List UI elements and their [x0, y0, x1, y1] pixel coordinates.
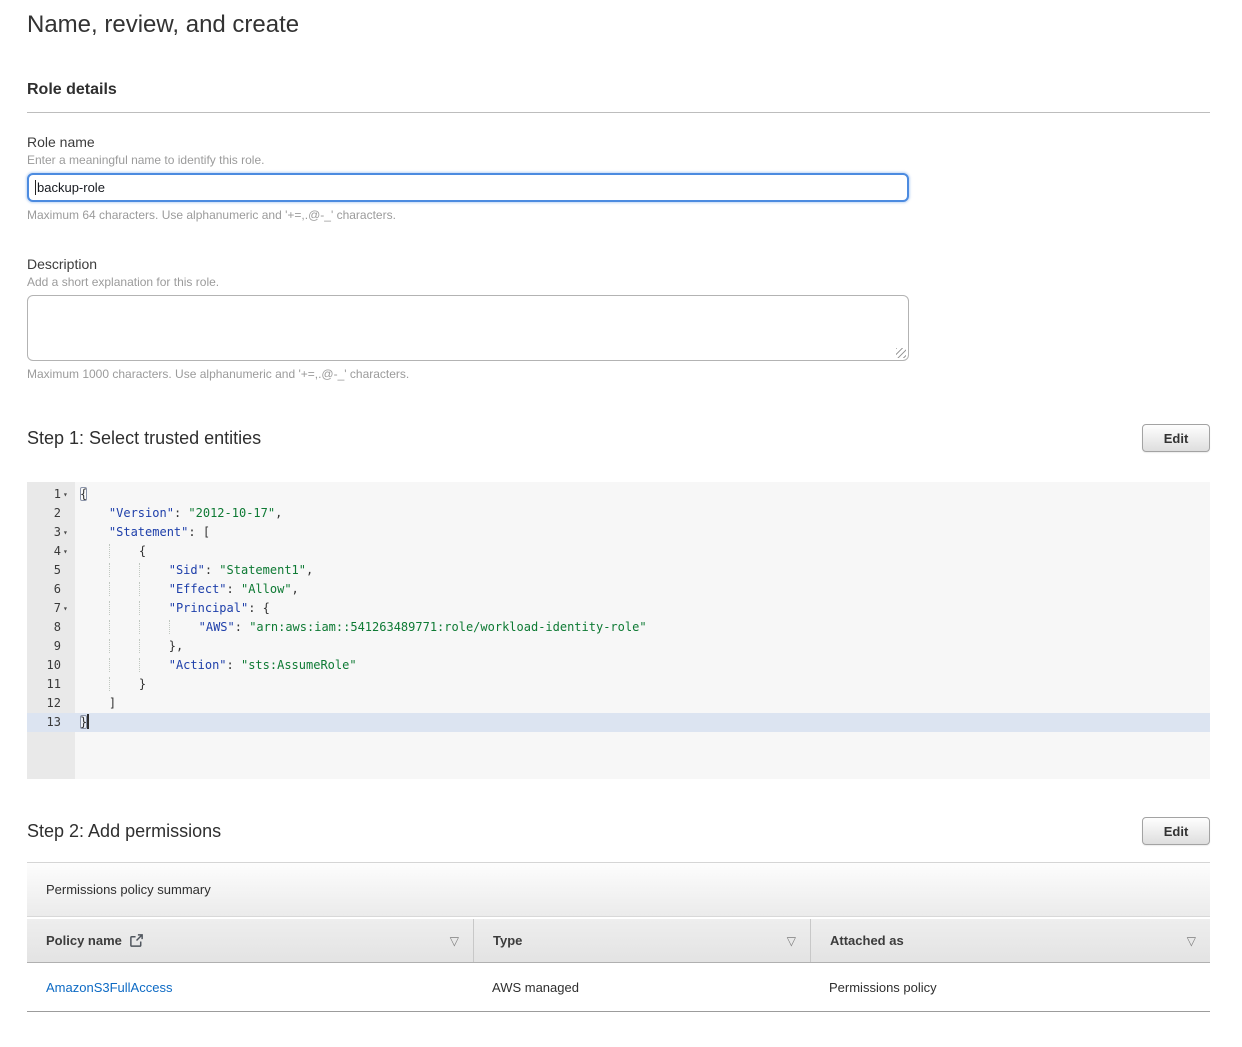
page-title: Name, review, and create	[27, 10, 1210, 40]
code-lines: 1▾{2 "Version": "2012-10-17",3▾ "Stateme…	[27, 485, 1210, 732]
code-text: {	[75, 542, 146, 561]
filter-icon[interactable]: ▽	[450, 934, 459, 948]
policy-name-link[interactable]: AmazonS3FullAccess	[46, 980, 172, 995]
column-header-type[interactable]: Type ▽	[473, 919, 810, 962]
code-line[interactable]: 12 ]	[27, 694, 1210, 713]
cell-policy-name: AmazonS3FullAccess	[27, 980, 473, 995]
gutter-cell: 1▾	[27, 485, 75, 504]
text-cursor	[35, 180, 36, 195]
fold-icon[interactable]: ▾	[61, 485, 75, 504]
code-line[interactable]: 2 "Version": "2012-10-17",	[27, 504, 1210, 523]
gutter-cell: 5	[27, 561, 75, 580]
code-text: "Statement": [	[75, 523, 210, 542]
code-line[interactable]: 13}	[27, 713, 1210, 732]
fold-icon[interactable]: ▾	[61, 599, 75, 618]
gutter-cell: 8	[27, 618, 75, 637]
code-text: "Version": "2012-10-17",	[75, 504, 282, 523]
line-number: 4	[27, 542, 61, 561]
description-textarea[interactable]	[27, 295, 909, 361]
code-text: "Sid": "Statement1",	[75, 561, 313, 580]
code-text: {	[75, 485, 87, 504]
role-name-label: Role name	[27, 133, 1210, 151]
code-line[interactable]: 8 "AWS": "arn:aws:iam::541263489771:role…	[27, 618, 1210, 637]
fold-icon[interactable]: ▾	[61, 523, 75, 542]
column-label: Type	[493, 933, 522, 948]
code-line[interactable]: 11 }	[27, 675, 1210, 694]
line-number: 10	[27, 656, 61, 675]
policy-json-editor[interactable]: 1▾{2 "Version": "2012-10-17",3▾ "Stateme…	[27, 482, 1210, 779]
filter-icon[interactable]: ▽	[1187, 934, 1196, 948]
code-text: "Action": "sts:AssumeRole"	[75, 656, 357, 675]
filter-icon[interactable]: ▽	[787, 934, 796, 948]
code-line[interactable]: 1▾{	[27, 485, 1210, 504]
line-number: 3	[27, 523, 61, 542]
line-number: 2	[27, 504, 61, 523]
role-name-input[interactable]	[27, 173, 909, 202]
code-line[interactable]: 6 "Effect": "Allow",	[27, 580, 1210, 599]
text-cursor	[87, 714, 89, 729]
code-text: "AWS": "arn:aws:iam::541263489771:role/w…	[75, 618, 647, 637]
role-details-heading: Role details	[27, 80, 1210, 100]
description-hint: Add a short explanation for this role.	[27, 275, 1210, 290]
step1-edit-button[interactable]: Edit	[1142, 424, 1210, 452]
line-number: 12	[27, 694, 61, 713]
table-header-row: Policy name ▽ Type ▽ Attached as	[27, 919, 1210, 963]
gutter-cell: 2	[27, 504, 75, 523]
line-number: 8	[27, 618, 61, 637]
gutter-cell: 13	[27, 713, 75, 732]
step1-heading: Step 1: Select trusted entities	[27, 428, 261, 449]
step2-heading: Step 2: Add permissions	[27, 821, 221, 842]
code-line[interactable]: 5 "Sid": "Statement1",	[27, 561, 1210, 580]
line-number: 1	[27, 485, 61, 504]
gutter-cell: 7▾	[27, 599, 75, 618]
code-line[interactable]: 4▾ {	[27, 542, 1210, 561]
column-label: Attached as	[830, 933, 904, 948]
description-constraint: Maximum 1000 characters. Use alphanumeri…	[27, 367, 1210, 382]
code-text: }	[75, 713, 89, 732]
step2-edit-button[interactable]: Edit	[1142, 817, 1210, 845]
table-row: AmazonS3FullAccess AWS managed Permissio…	[27, 963, 1210, 1012]
line-number: 11	[27, 675, 61, 694]
column-label: Policy name	[46, 933, 122, 948]
gutter-cell: 11	[27, 675, 75, 694]
description-label: Description	[27, 255, 1210, 273]
gutter-cell: 9	[27, 637, 75, 656]
code-line[interactable]: 3▾ "Statement": [	[27, 523, 1210, 542]
code-line[interactable]: 7▾ "Principal": {	[27, 599, 1210, 618]
cell-type: AWS managed	[473, 980, 810, 995]
resize-grip-icon[interactable]	[896, 348, 906, 358]
code-line[interactable]: 10 "Action": "sts:AssumeRole"	[27, 656, 1210, 675]
line-number: 13	[27, 713, 61, 732]
line-number: 7	[27, 599, 61, 618]
description-textarea-wrap	[27, 295, 909, 361]
gutter-cell: 10	[27, 656, 75, 675]
column-header-attached-as[interactable]: Attached as ▽	[810, 919, 1210, 962]
gutter-cell: 3▾	[27, 523, 75, 542]
column-header-policy-name[interactable]: Policy name ▽	[27, 919, 473, 962]
role-name-constraint: Maximum 64 characters. Use alphanumeric …	[27, 208, 1210, 223]
line-number: 5	[27, 561, 61, 580]
line-number: 9	[27, 637, 61, 656]
code-text: }	[75, 675, 146, 694]
role-name-input-wrap	[27, 173, 909, 202]
step2-header: Step 2: Add permissions Edit	[27, 816, 1210, 846]
role-name-hint: Enter a meaningful name to identify this…	[27, 153, 1210, 168]
cell-attached-as: Permissions policy	[810, 980, 1210, 995]
code-text: ]	[75, 694, 116, 713]
code-text: "Principal": {	[75, 599, 270, 618]
gutter-cell: 12	[27, 694, 75, 713]
external-link-icon	[129, 933, 144, 948]
permissions-panel-title: Permissions policy summary	[27, 863, 1210, 917]
gutter-cell: 6	[27, 580, 75, 599]
code-line[interactable]: 9 },	[27, 637, 1210, 656]
step1-header: Step 1: Select trusted entities Edit	[27, 423, 1210, 453]
page-content: Name, review, and create Role details Ro…	[0, 10, 1242, 1012]
fold-icon[interactable]: ▾	[61, 542, 75, 561]
code-text: "Effect": "Allow",	[75, 580, 299, 599]
gutter-cell: 4▾	[27, 542, 75, 561]
code-text: },	[75, 637, 183, 656]
line-number: 6	[27, 580, 61, 599]
divider	[27, 112, 1210, 113]
permissions-panel: Permissions policy summary Policy name ▽…	[27, 862, 1210, 1012]
